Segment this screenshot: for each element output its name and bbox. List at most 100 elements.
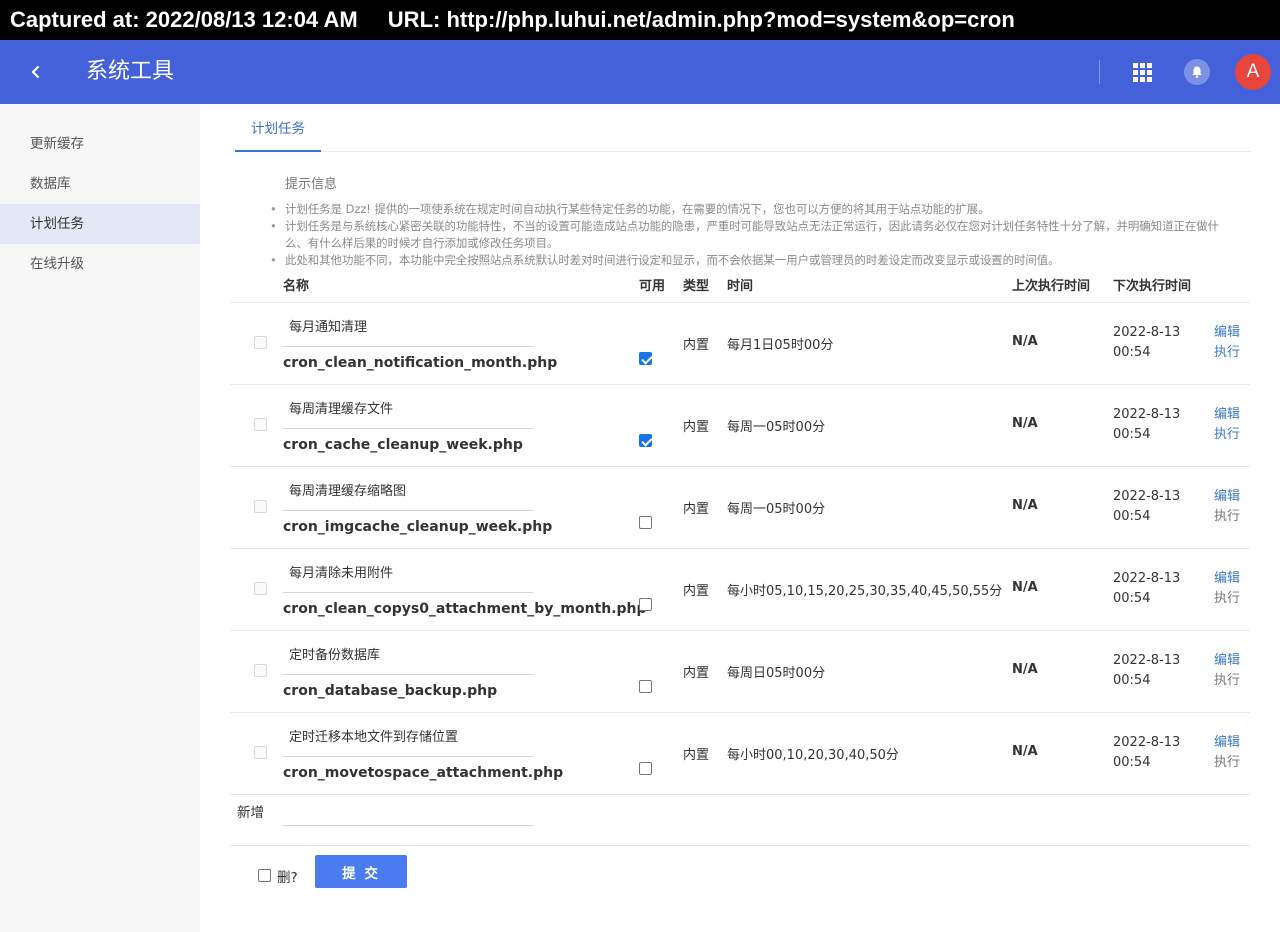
col-header-name: 名称 <box>283 279 310 294</box>
row-select-checkbox[interactable] <box>254 582 267 595</box>
grid-icon-dot <box>1140 70 1145 75</box>
row-select-checkbox[interactable] <box>254 746 267 759</box>
task-name-input[interactable]: 每周清理缓存文件 <box>283 399 533 429</box>
task-name-input[interactable]: 每月清除未用附件 <box>283 563 533 593</box>
task-name-input[interactable]: 定时迁移本地文件到存储位置 <box>283 727 533 757</box>
next-run-date: 2022-8-13 <box>1113 735 1181 750</box>
notifications-button[interactable] <box>1184 59 1210 85</box>
next-run-date: 2022-8-13 <box>1113 571 1181 586</box>
task-schedule: 每小时00,10,20,30,40,50分 <box>727 748 899 763</box>
delete-checkbox[interactable] <box>258 869 271 882</box>
row-actions: 编辑 执行 <box>1214 405 1240 445</box>
user-avatar[interactable]: A <box>1235 54 1271 90</box>
enabled-checkbox[interactable] <box>639 762 652 775</box>
run-link[interactable]: 执行 <box>1214 589 1240 609</box>
table-row: 每周清理缓存缩略图 cron_imgcache_cleanup_week.php 内… <box>230 467 1250 549</box>
next-run-time: 2022-8-13 00:54 <box>1113 569 1193 609</box>
sidebar-item-2[interactable]: 计划任务 <box>0 204 200 244</box>
submit-button[interactable]: 提 交 <box>315 855 407 888</box>
tab-cron[interactable]: 计划任务 <box>235 104 321 152</box>
task-schedule: 每周日05时00分 <box>727 666 826 681</box>
last-run-time: N/A <box>1012 662 1038 677</box>
col-header-next-run: 下次执行时间 <box>1113 279 1192 294</box>
table-row: 定时备份数据库 cron_database_backup.php 内置 每周日05时0… <box>230 631 1250 713</box>
grid-icon-dot <box>1147 77 1152 82</box>
bell-icon <box>1192 66 1202 78</box>
delete-label: 删? <box>277 870 298 886</box>
tip-item: 计划任务是 Dzz! 提供的一项使系统在规定时间自动执行某些特定任务的功能，在需… <box>270 201 1240 218</box>
task-filename: cron_cache_cleanup_week.php <box>283 437 523 453</box>
next-run-clock: 00:54 <box>1113 345 1151 360</box>
next-run-clock: 00:54 <box>1113 509 1151 524</box>
row-select-checkbox[interactable] <box>254 500 267 513</box>
table-header: 名称 可用 类型 时间 上次执行时间 下次执行时间 <box>230 270 1250 303</box>
next-run-time: 2022-8-13 00:54 <box>1113 651 1193 691</box>
enabled-checkbox[interactable] <box>639 516 652 529</box>
last-run-time: N/A <box>1012 498 1038 513</box>
edit-link[interactable]: 编辑 <box>1214 733 1240 753</box>
task-schedule: 每周一05时00分 <box>727 502 826 517</box>
task-name-input[interactable]: 每周清理缓存缩略图 <box>283 481 533 511</box>
sidebar-item-0[interactable]: 更新缓存 <box>0 124 200 164</box>
back-button[interactable] <box>22 58 50 86</box>
sidebar-list: 更新缓存 数据库 计划任务 在线升级 <box>0 104 200 284</box>
sidebar-item-3[interactable]: 在线升级 <box>0 244 200 284</box>
task-schedule: 每月1日05时00分 <box>727 338 834 353</box>
task-filename: cron_imgcache_cleanup_week.php <box>283 519 553 535</box>
task-filename: cron_database_backup.php <box>283 683 498 699</box>
task-type: 内置 <box>683 584 710 599</box>
edit-link[interactable]: 编辑 <box>1214 487 1240 507</box>
next-run-time: 2022-8-13 00:54 <box>1113 405 1193 445</box>
row-select-checkbox[interactable] <box>254 418 267 431</box>
next-run-time: 2022-8-13 00:54 <box>1113 323 1193 363</box>
grid-icon-dot <box>1140 63 1145 68</box>
sidebar: 更新缓存 数据库 计划任务 在线升级 <box>0 104 200 932</box>
grid-icon-dot <box>1140 77 1145 82</box>
run-link[interactable]: 执行 <box>1214 753 1240 773</box>
header-divider <box>1099 60 1100 84</box>
sidebar-item-1[interactable]: 数据库 <box>0 164 200 204</box>
run-link[interactable]: 执行 <box>1214 343 1240 363</box>
task-name-input[interactable]: 每月通知清理 <box>283 317 533 347</box>
grid-icon-dot <box>1133 70 1138 75</box>
row-select-checkbox[interactable] <box>254 336 267 349</box>
capture-info-bar: Captured at: 2022/08/13 12:04 AM URL: ht… <box>0 0 1280 40</box>
enabled-checkbox[interactable] <box>639 352 652 365</box>
col-header-type: 类型 <box>683 279 710 294</box>
run-link[interactable]: 执行 <box>1214 425 1240 445</box>
enabled-checkbox[interactable] <box>639 434 652 447</box>
capture-timestamp: Captured at: 2022/08/13 12:04 AM <box>10 7 358 32</box>
row-select-checkbox[interactable] <box>254 664 267 677</box>
col-header-time: 时间 <box>727 279 754 294</box>
capture-url: URL: http://php.luhui.net/admin.php?mod=… <box>387 7 1015 32</box>
enabled-checkbox[interactable] <box>639 680 652 693</box>
task-name-input[interactable]: 定时备份数据库 <box>283 645 533 675</box>
apps-grid-button[interactable] <box>1131 61 1153 83</box>
row-actions: 编辑 执行 <box>1214 487 1240 527</box>
last-run-time: N/A <box>1012 580 1038 595</box>
edit-link[interactable]: 编辑 <box>1214 651 1240 671</box>
task-type: 内置 <box>683 748 710 763</box>
tips-list: 计划任务是 Dzz! 提供的一项使系统在规定时间自动执行某些特定任务的功能，在需… <box>270 201 1240 269</box>
app-title: 系统工具 <box>86 59 175 84</box>
table-row: 每月清除未用附件 cron_clean_copys0_attachment_by_… <box>230 549 1250 631</box>
next-run-clock: 00:54 <box>1113 591 1151 606</box>
table-row: 每周清理缓存文件 cron_cache_cleanup_week.php 内置 每周一… <box>230 385 1250 467</box>
grid-icon-dot <box>1147 63 1152 68</box>
next-run-clock: 00:54 <box>1113 427 1151 442</box>
run-link[interactable]: 执行 <box>1214 671 1240 691</box>
edit-link[interactable]: 编辑 <box>1214 323 1240 343</box>
last-run-time: N/A <box>1012 744 1038 759</box>
next-run-time: 2022-8-13 00:54 <box>1113 733 1193 773</box>
grid-icon <box>1133 63 1138 68</box>
grid-icon-dot <box>1133 77 1138 82</box>
edit-link[interactable]: 编辑 <box>1214 405 1240 425</box>
table-row: 定时迁移本地文件到存储位置 cron_movetospace_attachment… <box>230 713 1250 795</box>
main-content: 计划任务 提示信息 计划任务是 Dzz! 提供的一项使系统在规定时间自动执行某些… <box>200 104 1280 932</box>
run-link[interactable]: 执行 <box>1214 507 1240 527</box>
tips-title: 提示信息 <box>285 177 338 192</box>
new-task-input[interactable] <box>283 796 533 826</box>
edit-link[interactable]: 编辑 <box>1214 569 1240 589</box>
chevron-left-icon <box>31 65 40 79</box>
enabled-checkbox[interactable] <box>639 598 652 611</box>
